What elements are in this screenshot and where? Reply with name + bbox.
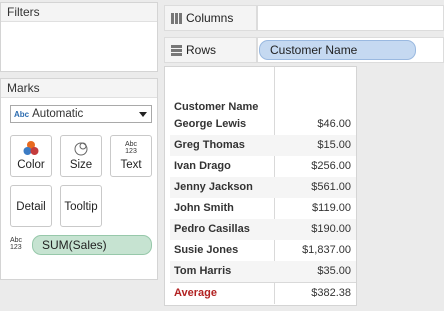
row-name: Greg Thomas — [174, 139, 245, 151]
table-row[interactable]: George Lewis $46.00 — [170, 114, 356, 135]
row-value: $256.00 — [311, 160, 351, 172]
columns-label-wrap: Columns — [171, 6, 233, 30]
size-button[interactable]: Size — [60, 135, 102, 177]
columns-shelf-label: Columns — [164, 5, 257, 31]
measure-icon-line2: 123 — [10, 244, 22, 251]
mark-type-dropdown[interactable]: Abc Automatic — [10, 105, 152, 123]
rows-label: Rows — [186, 43, 217, 57]
columns-shelf[interactable] — [257, 5, 444, 31]
row-name: Susie Jones — [174, 244, 239, 256]
columns-icon — [171, 13, 182, 25]
mark-type-value: Automatic — [32, 108, 84, 120]
view-pane: Customer Name George Lewis $46.00 Greg T… — [164, 66, 357, 306]
table-row[interactable]: Greg Thomas $15.00 — [170, 135, 356, 156]
row-value: $46.00 — [317, 118, 351, 130]
size-button-label: Size — [69, 159, 93, 171]
marks-title: Marks — [1, 79, 157, 98]
rows-label-wrap: Rows — [171, 38, 216, 62]
row-value: $35.00 — [317, 265, 351, 277]
tooltip-button-label: Tooltip — [64, 201, 98, 213]
row-name: Jenny Jackson — [174, 181, 253, 193]
text-button-label: Text — [120, 159, 142, 171]
columns-label: Columns — [186, 11, 234, 25]
table-row[interactable]: John Smith $119.00 — [170, 198, 356, 219]
row-name: Pedro Casillas — [174, 223, 250, 235]
customer-name-pill[interactable]: Customer Name — [259, 40, 416, 60]
row-name: George Lewis — [174, 118, 247, 130]
sum-sales-pill[interactable]: SUM(Sales) — [32, 235, 152, 255]
size-circles-icon — [61, 140, 101, 156]
row-name: Tom Harris — [174, 265, 232, 277]
abc-123-icon-line1: Abc — [124, 141, 138, 148]
table-row[interactable]: Tom Harris $35.00 — [170, 261, 356, 282]
table-row[interactable]: Susie Jones $1,837.00 — [170, 240, 356, 261]
chevron-down-icon — [139, 112, 147, 117]
rows-icon — [171, 45, 182, 57]
filters-title: Filters — [1, 3, 157, 22]
row-value: $561.00 — [311, 181, 351, 193]
color-button[interactable]: Color — [10, 135, 52, 177]
abc-123-icon: Abc 123 — [10, 237, 22, 251]
tooltip-button[interactable]: Tooltip — [60, 185, 102, 227]
filters-card[interactable]: Filters — [0, 2, 158, 72]
row-name: John Smith — [174, 202, 234, 214]
color-button-label: Color — [17, 159, 45, 171]
row-value: $1,837.00 — [302, 244, 351, 256]
row-name: Ivan Drago — [174, 160, 231, 172]
row-value: $190.00 — [311, 223, 351, 235]
color-circles-icon — [11, 140, 51, 156]
average-row[interactable]: Average $382.38 — [170, 282, 356, 304]
table-row[interactable]: Pedro Casillas $190.00 — [170, 219, 356, 240]
average-label: Average — [174, 287, 218, 299]
row-value: $119.00 — [312, 202, 351, 214]
rows-shelf-label: Rows — [164, 37, 257, 63]
text-button[interactable]: Abc 123 Text — [110, 135, 152, 177]
table-header-customer-name: Customer Name — [174, 101, 259, 113]
abc-123-icon: Abc 123 — [111, 141, 151, 157]
detail-button-label: Detail — [16, 201, 46, 213]
detail-button[interactable]: Detail — [10, 185, 52, 227]
abc-icon: Abc — [14, 110, 30, 119]
row-value: $15.00 — [317, 139, 351, 151]
abc-123-icon-line2: 123 — [125, 148, 137, 155]
table-row[interactable]: Jenny Jackson $561.00 — [170, 177, 356, 198]
measure-icon-line1: Abc — [10, 237, 23, 244]
average-value: $382.38 — [311, 287, 351, 299]
marks-card: Marks AbcAutomatic Color Size Abc 123 T — [0, 78, 158, 280]
table-row[interactable]: Ivan Drago $256.00 — [170, 156, 356, 177]
